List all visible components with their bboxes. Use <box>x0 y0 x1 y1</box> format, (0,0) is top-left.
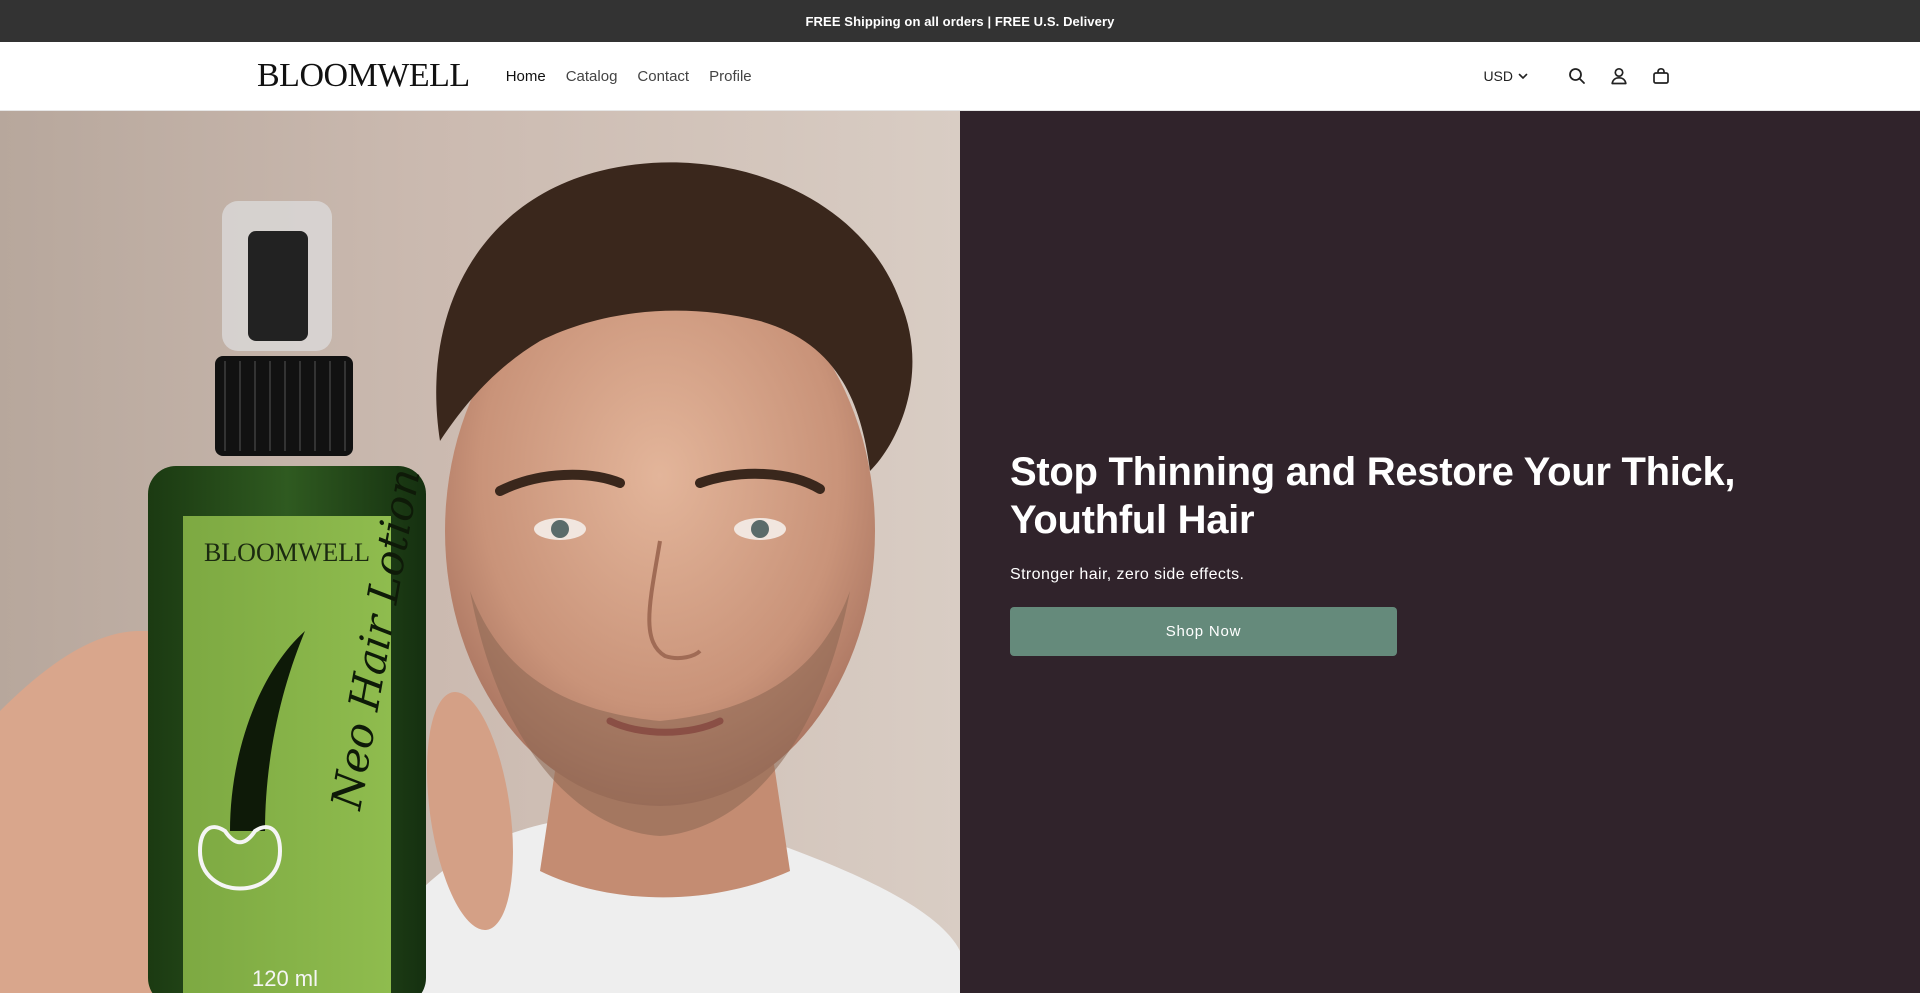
account-button[interactable] <box>1607 64 1631 88</box>
header-tools: USD <box>1483 64 1673 88</box>
hero-image: BLOOMWELL Neo Hair Lotion 120 ml <box>0 111 960 993</box>
site-header: BLOOMWELL Home Catalog Contact Profile U… <box>0 42 1920 111</box>
currency-label: USD <box>1483 68 1513 84</box>
account-icon <box>1611 67 1627 85</box>
hero-panel: Stop Thinning and Restore Your Thick, Yo… <box>960 111 1920 993</box>
hero-content: Stop Thinning and Restore Your Thick, Yo… <box>1010 448 1770 656</box>
nav-link-home[interactable]: Home <box>506 68 546 85</box>
nav-link-contact[interactable]: Contact <box>637 68 689 85</box>
currency-selector[interactable]: USD <box>1483 68 1529 84</box>
hero-title: Stop Thinning and Restore Your Thick, Yo… <box>1010 450 1736 542</box>
search-icon <box>1569 68 1585 84</box>
cart-button[interactable] <box>1649 64 1673 88</box>
bottle-volume-text: 120 ml <box>252 966 318 991</box>
announcement-text: FREE Shipping on all orders | FREE U.S. … <box>805 13 1115 29</box>
cart-icon <box>1653 67 1669 84</box>
nav-link-profile[interactable]: Profile <box>709 68 752 85</box>
nav-link-catalog[interactable]: Catalog <box>566 68 618 85</box>
hero-section: BLOOMWELL Neo Hair Lotion 120 ml Stop Th… <box>0 111 1920 993</box>
hero-illustration: BLOOMWELL Neo Hair Lotion 120 ml <box>0 162 960 993</box>
search-button[interactable] <box>1565 64 1589 88</box>
chevron-down-icon <box>1518 73 1528 79</box>
announcement-bar: FREE Shipping on all orders | FREE U.S. … <box>0 0 1920 42</box>
hero-subtitle: Stronger hair, zero side effects. <box>1010 566 1245 583</box>
main-nav: Home Catalog Contact Profile <box>506 68 752 85</box>
bottle-brand-text: BLOOMWELL <box>204 538 370 567</box>
shop-now-button[interactable]: Shop Now <box>1010 607 1397 656</box>
brand-logo[interactable]: BLOOMWELL <box>257 59 470 93</box>
